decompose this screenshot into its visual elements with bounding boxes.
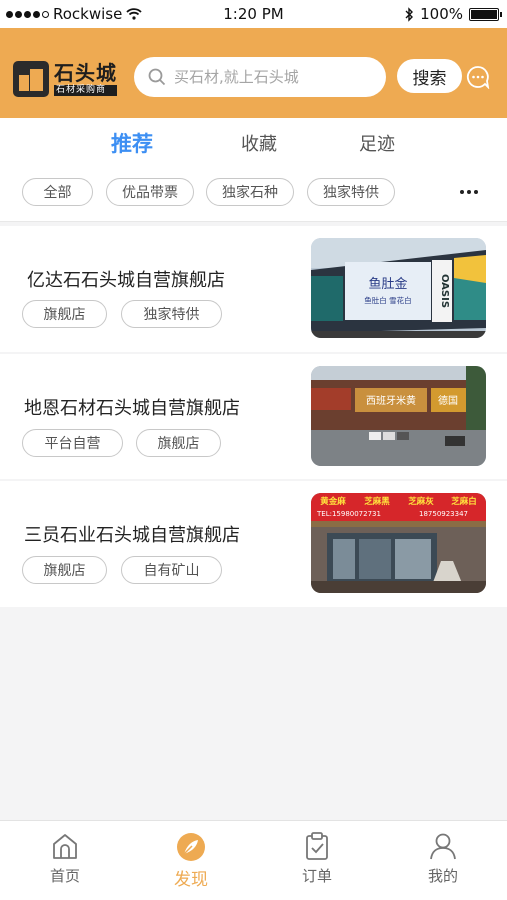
- more-icon[interactable]: [460, 190, 478, 194]
- battery-percent: 100%: [420, 5, 463, 23]
- tab-recommend[interactable]: 推荐: [111, 128, 153, 158]
- filter-chip-quality-invoice[interactable]: 优品带票: [106, 178, 194, 206]
- compass-icon: [177, 833, 205, 861]
- store-name: 三员石业石头城自营旗舰店: [24, 525, 240, 546]
- search-icon: [148, 68, 166, 86]
- tab-bar-orders-label: 订单: [301, 867, 332, 885]
- store3-sign-2: 芝麻黑: [364, 496, 390, 507]
- store-thumbnail: 西班牙米黄 德国: [311, 366, 486, 466]
- filter-chip-exclusive-supply[interactable]: 独家特供: [307, 178, 395, 206]
- user-icon: [430, 833, 456, 860]
- store-tag: 旗舰店: [22, 300, 107, 328]
- home-icon: [53, 834, 77, 859]
- tab-bar-orders[interactable]: 订单: [277, 831, 357, 886]
- logo-mark-icon: [13, 61, 49, 97]
- store2-sign-text: 西班牙米黄: [366, 394, 416, 407]
- tab-bar-profile-label: 我的: [427, 867, 458, 885]
- store-tag: 旗舰店: [22, 556, 107, 584]
- store2-sign-right: 德国: [438, 394, 458, 407]
- filter-chip-exclusive-stone[interactable]: 独家石种: [206, 178, 294, 206]
- clipboard-icon: [306, 832, 328, 860]
- store3-sign-1: 黄金麻: [320, 496, 346, 507]
- store-card[interactable]: 三员石业石头城自营旗舰店 旗舰店 自有矿山 黄金麻 芝麻黑 芝麻灰 芝麻白 TE…: [0, 481, 507, 607]
- store-tag: 平台自营: [22, 429, 123, 457]
- tab-favorites[interactable]: 收藏: [241, 130, 277, 156]
- store-card[interactable]: 亿达石石头城自营旗舰店 旗舰店 独家特供 鱼肚金 鱼肚白 雪花白 OASIS: [0, 226, 507, 352]
- search-bar[interactable]: [134, 57, 386, 97]
- logo-subtitle: 石材采购商: [54, 84, 117, 96]
- app-header: 石头城 石材采购商 搜索: [0, 28, 507, 118]
- tab-bar-home-label: 首页: [49, 867, 80, 885]
- store3-sign-3: 芝麻灰: [408, 496, 434, 507]
- tab-bar-home[interactable]: 首页: [25, 831, 105, 886]
- store-tag: 旗舰店: [136, 429, 221, 457]
- store-card[interactable]: 地恩石材石头城自营旗舰店 平台自营 旗舰店 西班牙米黄 德国: [0, 354, 507, 479]
- app-logo: 石头城 石材采购商: [13, 61, 117, 97]
- store-tag: 独家特供: [121, 300, 222, 328]
- tab-history[interactable]: 足迹: [359, 130, 395, 156]
- store-tag: 自有矿山: [121, 556, 222, 584]
- bottom-tab-bar: 首页 发现 订单 我的: [0, 820, 507, 900]
- store-thumbnail: 鱼肚金 鱼肚白 雪花白 OASIS: [311, 238, 486, 338]
- search-input[interactable]: [174, 68, 364, 86]
- tab-bar-discover[interactable]: 发现: [151, 831, 231, 890]
- store-name: 亿达石石头城自营旗舰店: [27, 270, 225, 291]
- filter-chip-all[interactable]: 全部: [22, 178, 93, 206]
- store3-phone-1: TEL:15980072731: [316, 510, 381, 518]
- store1-sign-subtext: 鱼肚白 雪花白: [364, 295, 411, 305]
- store3-sign-4: 芝麻白: [451, 496, 477, 507]
- status-bar: Rockwise 1:20 PM 100%: [0, 0, 507, 28]
- logo-text: 石头城 石材采购商: [54, 63, 117, 96]
- tab-bar-profile[interactable]: 我的: [403, 831, 483, 886]
- filter-bar: 全部 优品带票 独家石种 独家特供: [0, 166, 507, 222]
- battery-icon: [469, 7, 502, 21]
- store1-sign-text: 鱼肚金: [368, 276, 407, 292]
- store-name: 地恩石材石头城自营旗舰店: [24, 398, 240, 419]
- chat-icon[interactable]: [466, 65, 490, 89]
- store-thumbnail: 黄金麻 芝麻黑 芝麻灰 芝麻白 TEL:15980072731 18750923…: [311, 493, 486, 593]
- bluetooth-icon: [405, 6, 414, 22]
- tab-bar-discover-label: 发现: [174, 870, 208, 890]
- search-button[interactable]: 搜索: [397, 59, 462, 93]
- store1-brand-text: OASIS: [439, 274, 450, 308]
- category-tabs: 推荐 收藏 足迹: [0, 118, 507, 166]
- store3-phone-2: 18750923347: [419, 510, 468, 518]
- status-right: 100%: [405, 5, 502, 23]
- logo-title: 石头城: [54, 60, 117, 85]
